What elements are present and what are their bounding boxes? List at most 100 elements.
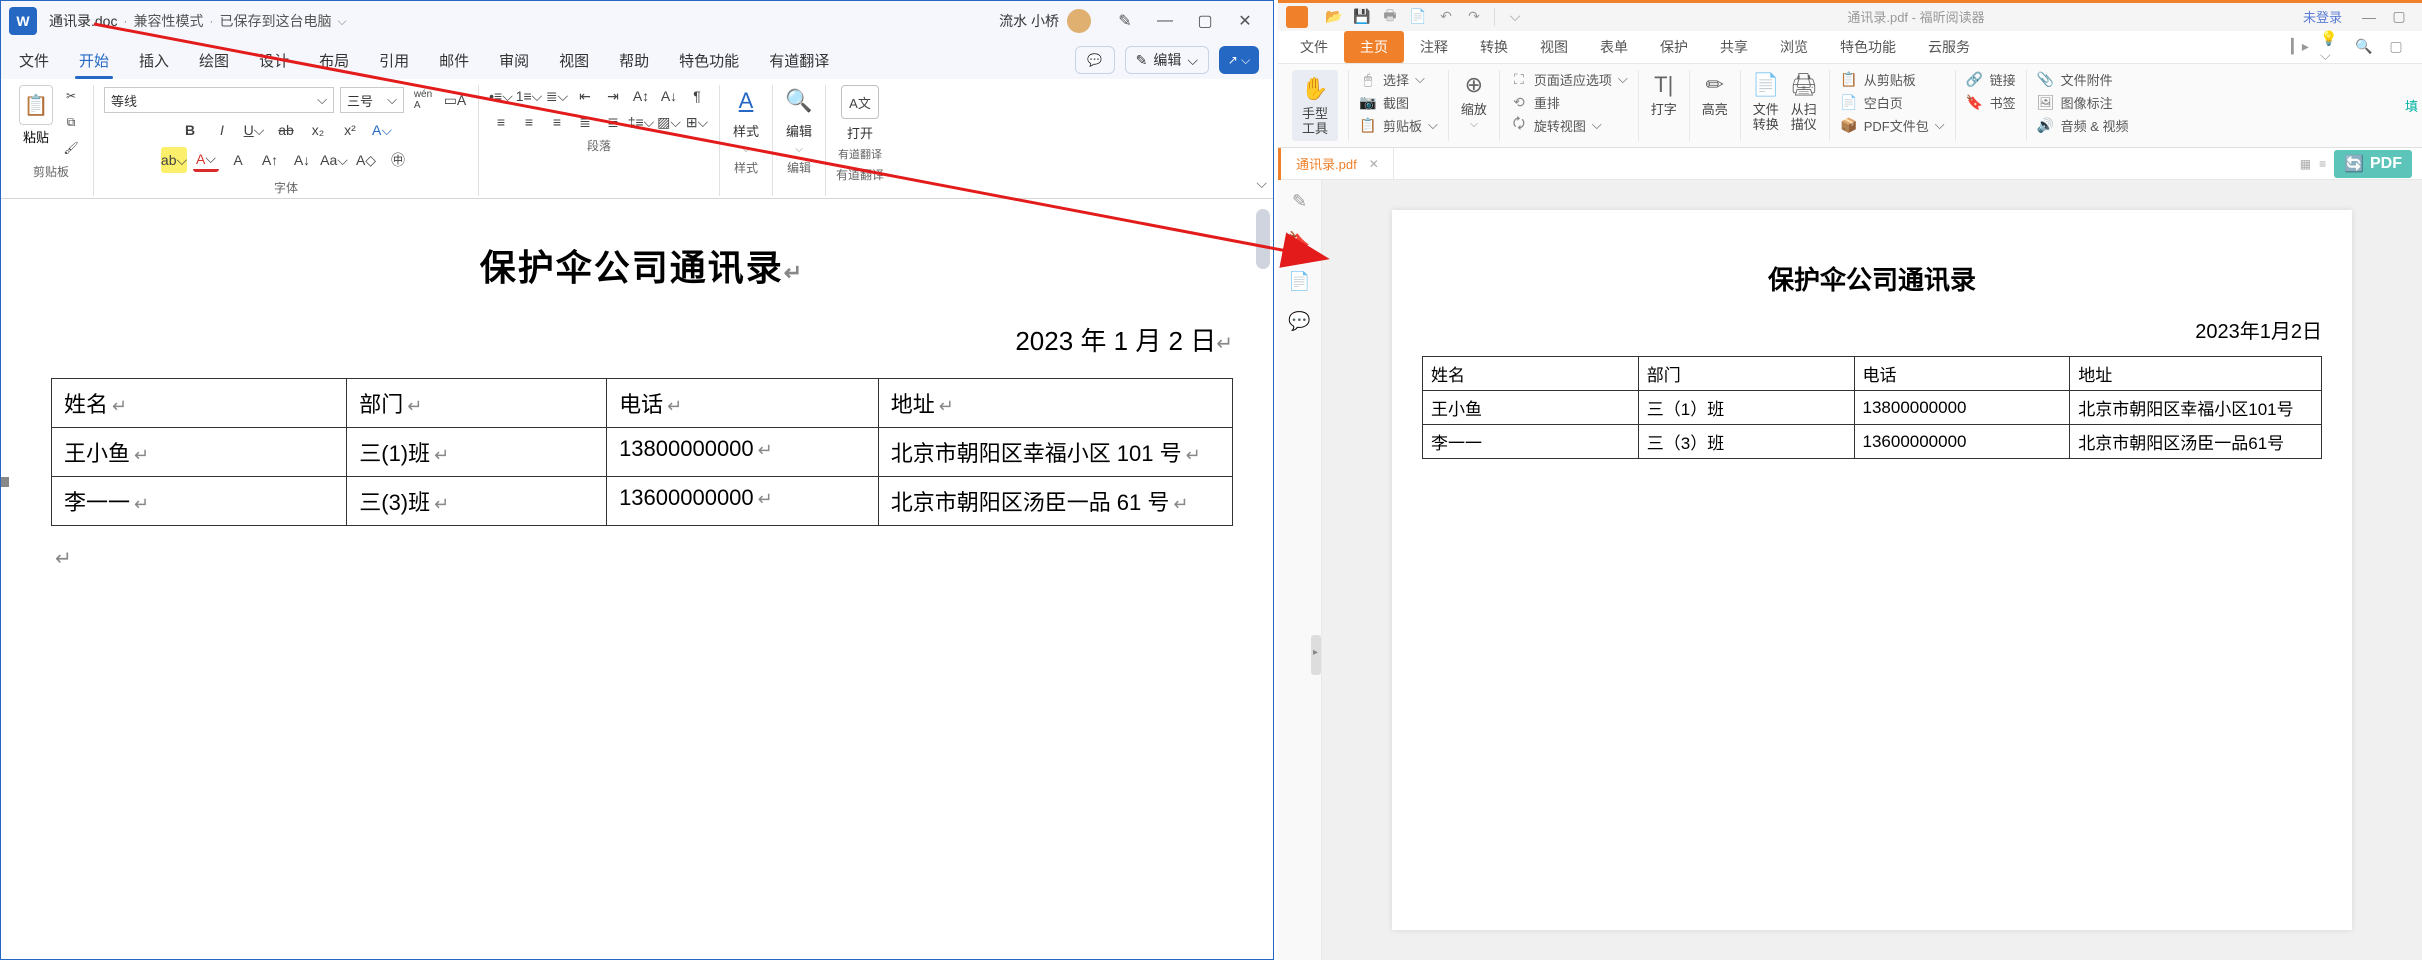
- bookmark-icon[interactable]: 🔖: [1289, 230, 1311, 252]
- highlight-color-button[interactable]: ab⌵: [161, 147, 187, 173]
- menu-layout[interactable]: 布局: [305, 44, 363, 77]
- paste-icon[interactable]: 📋: [19, 85, 53, 125]
- more-icon[interactable]: ▎▸: [2288, 35, 2312, 59]
- clear-formatting-icon[interactable]: A◇: [353, 147, 379, 173]
- rotate-view-button[interactable]: 🗘旋转视图⌵: [1510, 116, 1602, 135]
- view-list-icon[interactable]: ≡: [2319, 157, 2326, 171]
- fx-menu-file[interactable]: 文件: [1284, 31, 1344, 63]
- fx-menu-form[interactable]: 表单: [1584, 31, 1644, 63]
- thumbnails-icon[interactable]: 📄: [1289, 270, 1311, 292]
- align-right-icon[interactable]: ≡: [545, 111, 569, 133]
- multilevel-list-icon[interactable]: ≣⌵: [545, 85, 569, 107]
- asian-layout-icon[interactable]: A↕: [629, 85, 653, 107]
- fx-menu-cloud[interactable]: 云服务: [1912, 31, 1986, 63]
- save-icon[interactable]: 💾: [1350, 5, 1374, 29]
- file-convert-button[interactable]: 📄 文件 转换: [1751, 70, 1781, 133]
- menu-help[interactable]: 帮助: [605, 44, 663, 77]
- select-button[interactable]: 🖱选择⌵: [1359, 70, 1425, 89]
- fx-menu-home[interactable]: 主页: [1344, 31, 1404, 63]
- undo-icon[interactable]: ↶: [1434, 5, 1458, 29]
- fill-sign[interactable]: 填: [2405, 96, 2418, 115]
- zoom-button[interactable]: ⊕ 缩放 ⌵: [1459, 70, 1489, 131]
- fit-page-button[interactable]: ⛶页面适应选项⌵: [1510, 70, 1628, 89]
- audio-video-button[interactable]: 🔊音频 & 视频: [2037, 116, 2129, 135]
- hand-tool-button[interactable]: ✋ 手型 工具: [1292, 70, 1338, 141]
- text-effects-icon[interactable]: A⌵: [369, 117, 395, 143]
- close-button[interactable]: ✕: [1225, 6, 1265, 36]
- menu-design[interactable]: 设计: [245, 44, 303, 77]
- menu-references[interactable]: 引用: [365, 44, 423, 77]
- view-grid-icon[interactable]: ▦: [2300, 157, 2311, 171]
- menu-file[interactable]: 文件: [5, 44, 63, 77]
- chevron-down-icon[interactable]: ⌵: [1503, 5, 1527, 29]
- print-icon[interactable]: 🖶: [1378, 5, 1402, 29]
- copy-icon[interactable]: ⧉: [59, 111, 83, 133]
- word-document-canvas[interactable]: 保护伞公司通讯录↵ 2023 年 1 月 2 日↵ 姓名 部门 电话 地址 王小…: [1, 199, 1273, 959]
- char-border-icon[interactable]: ▭A: [442, 87, 468, 113]
- fx-menu-protect[interactable]: 保护: [1644, 31, 1704, 63]
- font-family-select[interactable]: 等线⌵: [104, 87, 334, 113]
- highlight-button[interactable]: ✏ 高亮: [1700, 70, 1730, 118]
- bullet-list-icon[interactable]: •≡⌵: [489, 85, 513, 107]
- pencil-icon[interactable]: ✎: [1289, 190, 1311, 212]
- justify-icon[interactable]: ≣: [573, 111, 597, 133]
- italic-button[interactable]: I: [209, 117, 235, 143]
- align-center-icon[interactable]: ≡: [517, 111, 541, 133]
- foxit-document-tab[interactable]: 通讯录.pdf ✕: [1278, 148, 1394, 180]
- youdao-open-button[interactable]: A文 打开 有道翻译: [838, 85, 882, 162]
- typewriter-button[interactable]: T| 打字: [1649, 70, 1679, 118]
- styles-button[interactable]: A 样式 ⌵: [730, 85, 762, 155]
- font-size-select[interactable]: 三号⌵: [340, 87, 404, 113]
- doc-icon[interactable]: 📄: [1406, 5, 1430, 29]
- pdf-package-button[interactable]: 📦PDF文件包⌵: [1840, 116, 1945, 135]
- menu-features[interactable]: 特色功能: [665, 44, 753, 77]
- ribbon-collapse-icon[interactable]: ⌵: [1256, 175, 1267, 192]
- vertical-scrollbar[interactable]: [1256, 209, 1270, 269]
- foxit-page-area[interactable]: 保护伞公司通讯录 2023年1月2日 姓名 部门 电话 地址 王小鱼 三（1）班…: [1322, 180, 2422, 960]
- borders-icon[interactable]: ⊞⌵: [685, 111, 709, 133]
- word-user-name[interactable]: 流水 小桥: [999, 11, 1059, 31]
- sort-icon[interactable]: A↓: [657, 85, 681, 107]
- char-shading-icon[interactable]: A: [225, 147, 251, 173]
- line-spacing-icon[interactable]: ‡≡⌵: [629, 111, 653, 133]
- menu-home[interactable]: 开始: [65, 44, 123, 77]
- underline-button[interactable]: U⌵: [241, 117, 267, 143]
- reflow-button[interactable]: ⟲重排: [1510, 93, 1560, 112]
- login-status[interactable]: 未登录: [2303, 7, 2342, 26]
- clipboard-button[interactable]: 📋剪贴板⌵: [1359, 116, 1438, 135]
- sidebar-expand-handle[interactable]: [1311, 635, 1321, 675]
- distribute-icon[interactable]: ≣: [601, 111, 625, 133]
- snapshot-button[interactable]: 📷截图: [1359, 93, 1409, 112]
- number-list-icon[interactable]: 1≡⌵: [517, 85, 541, 107]
- image-annotation-button[interactable]: 🖼图像标注: [2037, 93, 2113, 112]
- contacts-table[interactable]: 姓名 部门 电话 地址 王小鱼 三(1)班 13800000000 北京市朝阳区…: [51, 378, 1233, 526]
- pdf-badge[interactable]: 🔄 PDF: [2334, 150, 2412, 178]
- lightbulb-icon[interactable]: 💡⌵: [2320, 35, 2344, 59]
- superscript-button[interactable]: x²: [337, 117, 363, 143]
- comments-icon[interactable]: 💬: [1289, 310, 1311, 332]
- fx-menu-features[interactable]: 特色功能: [1824, 31, 1912, 63]
- strikethrough-button[interactable]: ab: [273, 117, 299, 143]
- menu-insert[interactable]: 插入: [125, 44, 183, 77]
- font-color-button[interactable]: A⌵: [193, 148, 219, 172]
- phonetic-guide-icon[interactable]: wénA: [410, 87, 436, 113]
- increase-font-icon[interactable]: A↑: [257, 147, 283, 173]
- open-icon[interactable]: 📂: [1322, 5, 1346, 29]
- format-painter-icon[interactable]: 🖌: [59, 137, 83, 159]
- bookmark-button[interactable]: 🔖书签: [1966, 93, 2016, 112]
- collapse-ribbon-icon[interactable]: ▢: [2384, 35, 2408, 59]
- change-case-icon[interactable]: Aa⌵: [321, 147, 347, 173]
- menu-review[interactable]: 审阅: [485, 44, 543, 77]
- fx-menu-share[interactable]: 共享: [1704, 31, 1764, 63]
- maximize-button[interactable]: ▢: [2384, 5, 2414, 29]
- link-button[interactable]: 🔗链接: [1966, 70, 2016, 89]
- shading-icon[interactable]: ▨⌵: [657, 111, 681, 133]
- maximize-button[interactable]: ▢: [1185, 6, 1225, 36]
- bold-button[interactable]: B: [177, 117, 203, 143]
- menu-mail[interactable]: 邮件: [425, 44, 483, 77]
- share-button[interactable]: ↗ ⌵: [1219, 46, 1259, 74]
- redo-icon[interactable]: ↷: [1462, 5, 1486, 29]
- cut-icon[interactable]: ✂: [59, 85, 83, 107]
- enclose-char-icon[interactable]: ㊥: [385, 147, 411, 173]
- from-scanner-button[interactable]: 🖨 从扫 描仪: [1789, 70, 1819, 133]
